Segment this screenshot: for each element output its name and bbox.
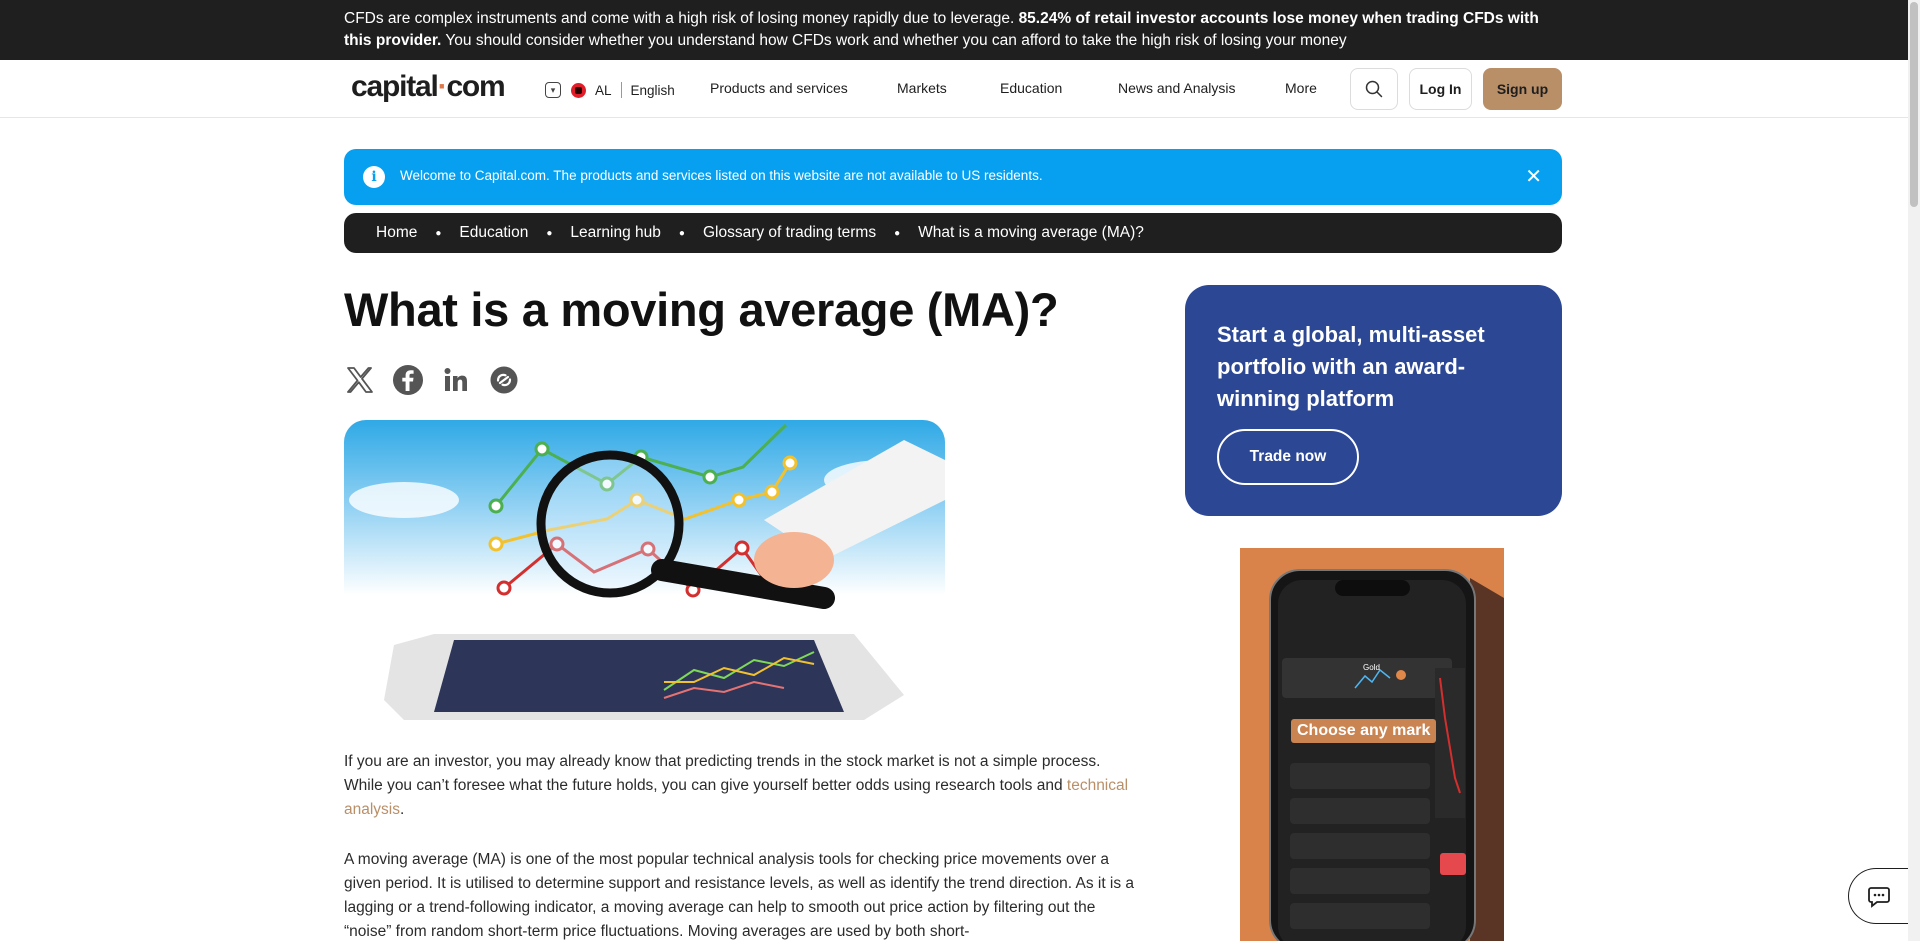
page-title: What is a moving average (MA)? bbox=[344, 283, 1059, 336]
promo-card: Start a global, multi-asset portfolio wi… bbox=[1185, 285, 1562, 516]
search-icon bbox=[1365, 80, 1383, 98]
country-code: AL bbox=[595, 82, 612, 98]
chat-icon bbox=[1867, 887, 1890, 908]
promo-title: Start a global, multi-asset portfolio wi… bbox=[1217, 322, 1485, 411]
close-icon[interactable]: ✕ bbox=[1525, 164, 1542, 189]
breadcrumb-learning-hub[interactable]: Learning hub bbox=[570, 224, 661, 242]
risk-warning-bar: CFDs are complex instruments and come wi… bbox=[0, 0, 1908, 60]
site-header: capital·com ▾ AL English Products and se… bbox=[0, 60, 1908, 118]
article-paragraph-2: A moving average (MA) is one of the most… bbox=[344, 851, 1135, 940]
x-twitter-icon[interactable] bbox=[344, 364, 376, 396]
nav-news-and-analysis[interactable]: News and Analysis bbox=[1118, 80, 1236, 96]
app-advertisement[interactable]: Gold Choose any mark bbox=[1240, 548, 1504, 941]
locale-divider bbox=[620, 82, 622, 98]
us-residents-banner: i Welcome to Capital.com. The products a… bbox=[344, 149, 1562, 205]
breadcrumb-separator: ● bbox=[435, 227, 442, 239]
breadcrumb-glossary[interactable]: Glossary of trading terms bbox=[703, 224, 876, 242]
nav-education[interactable]: Education bbox=[1000, 80, 1062, 96]
nav-products-and-services[interactable]: Products and services bbox=[710, 80, 848, 96]
banner-text: Welcome to Capital.com. The products and… bbox=[400, 168, 1043, 183]
breadcrumb-education[interactable]: Education bbox=[459, 224, 528, 242]
breadcrumb: Home ● Education ● Learning hub ● Glossa… bbox=[344, 213, 1562, 253]
info-icon: i bbox=[363, 166, 385, 188]
breadcrumb-separator: ● bbox=[678, 227, 685, 239]
chevron-down-icon: ▾ bbox=[545, 82, 561, 98]
share-link-icon[interactable] bbox=[488, 364, 520, 396]
breadcrumb-separator: ● bbox=[546, 227, 553, 239]
chat-button[interactable] bbox=[1848, 868, 1908, 924]
language-label: English bbox=[630, 82, 675, 98]
moving-average-illustration bbox=[344, 420, 945, 722]
search-button[interactable] bbox=[1350, 68, 1398, 110]
breadcrumb-home[interactable]: Home bbox=[376, 224, 417, 242]
scrollbar-thumb[interactable] bbox=[1910, 2, 1918, 207]
nav-markets[interactable]: Markets bbox=[897, 80, 947, 96]
linkedin-icon[interactable] bbox=[440, 364, 472, 396]
nav-more[interactable]: More bbox=[1285, 80, 1317, 96]
locale-selector[interactable]: ▾ AL English bbox=[545, 80, 675, 100]
trade-now-button[interactable]: Trade now bbox=[1217, 429, 1359, 485]
social-share bbox=[344, 364, 520, 396]
facebook-icon[interactable] bbox=[392, 364, 424, 396]
ad-asset-label: Gold bbox=[1363, 663, 1380, 672]
capital-logo[interactable]: capital·com bbox=[351, 70, 506, 104]
breadcrumb-current: What is a moving average (MA)? bbox=[918, 224, 1144, 241]
breadcrumb-separator: ● bbox=[894, 227, 901, 239]
ad-label: Choose any mark bbox=[1291, 719, 1437, 743]
login-button[interactable]: Log In bbox=[1409, 68, 1472, 110]
article-paragraph-1: If you are an investor, you may already … bbox=[344, 753, 1129, 818]
page-scrollbar[interactable] bbox=[1908, 0, 1920, 941]
risk-warning-text: CFDs are complex instruments and come wi… bbox=[344, 10, 1539, 49]
signup-button[interactable]: Sign up bbox=[1483, 68, 1562, 110]
albania-flag-icon bbox=[571, 82, 586, 98]
